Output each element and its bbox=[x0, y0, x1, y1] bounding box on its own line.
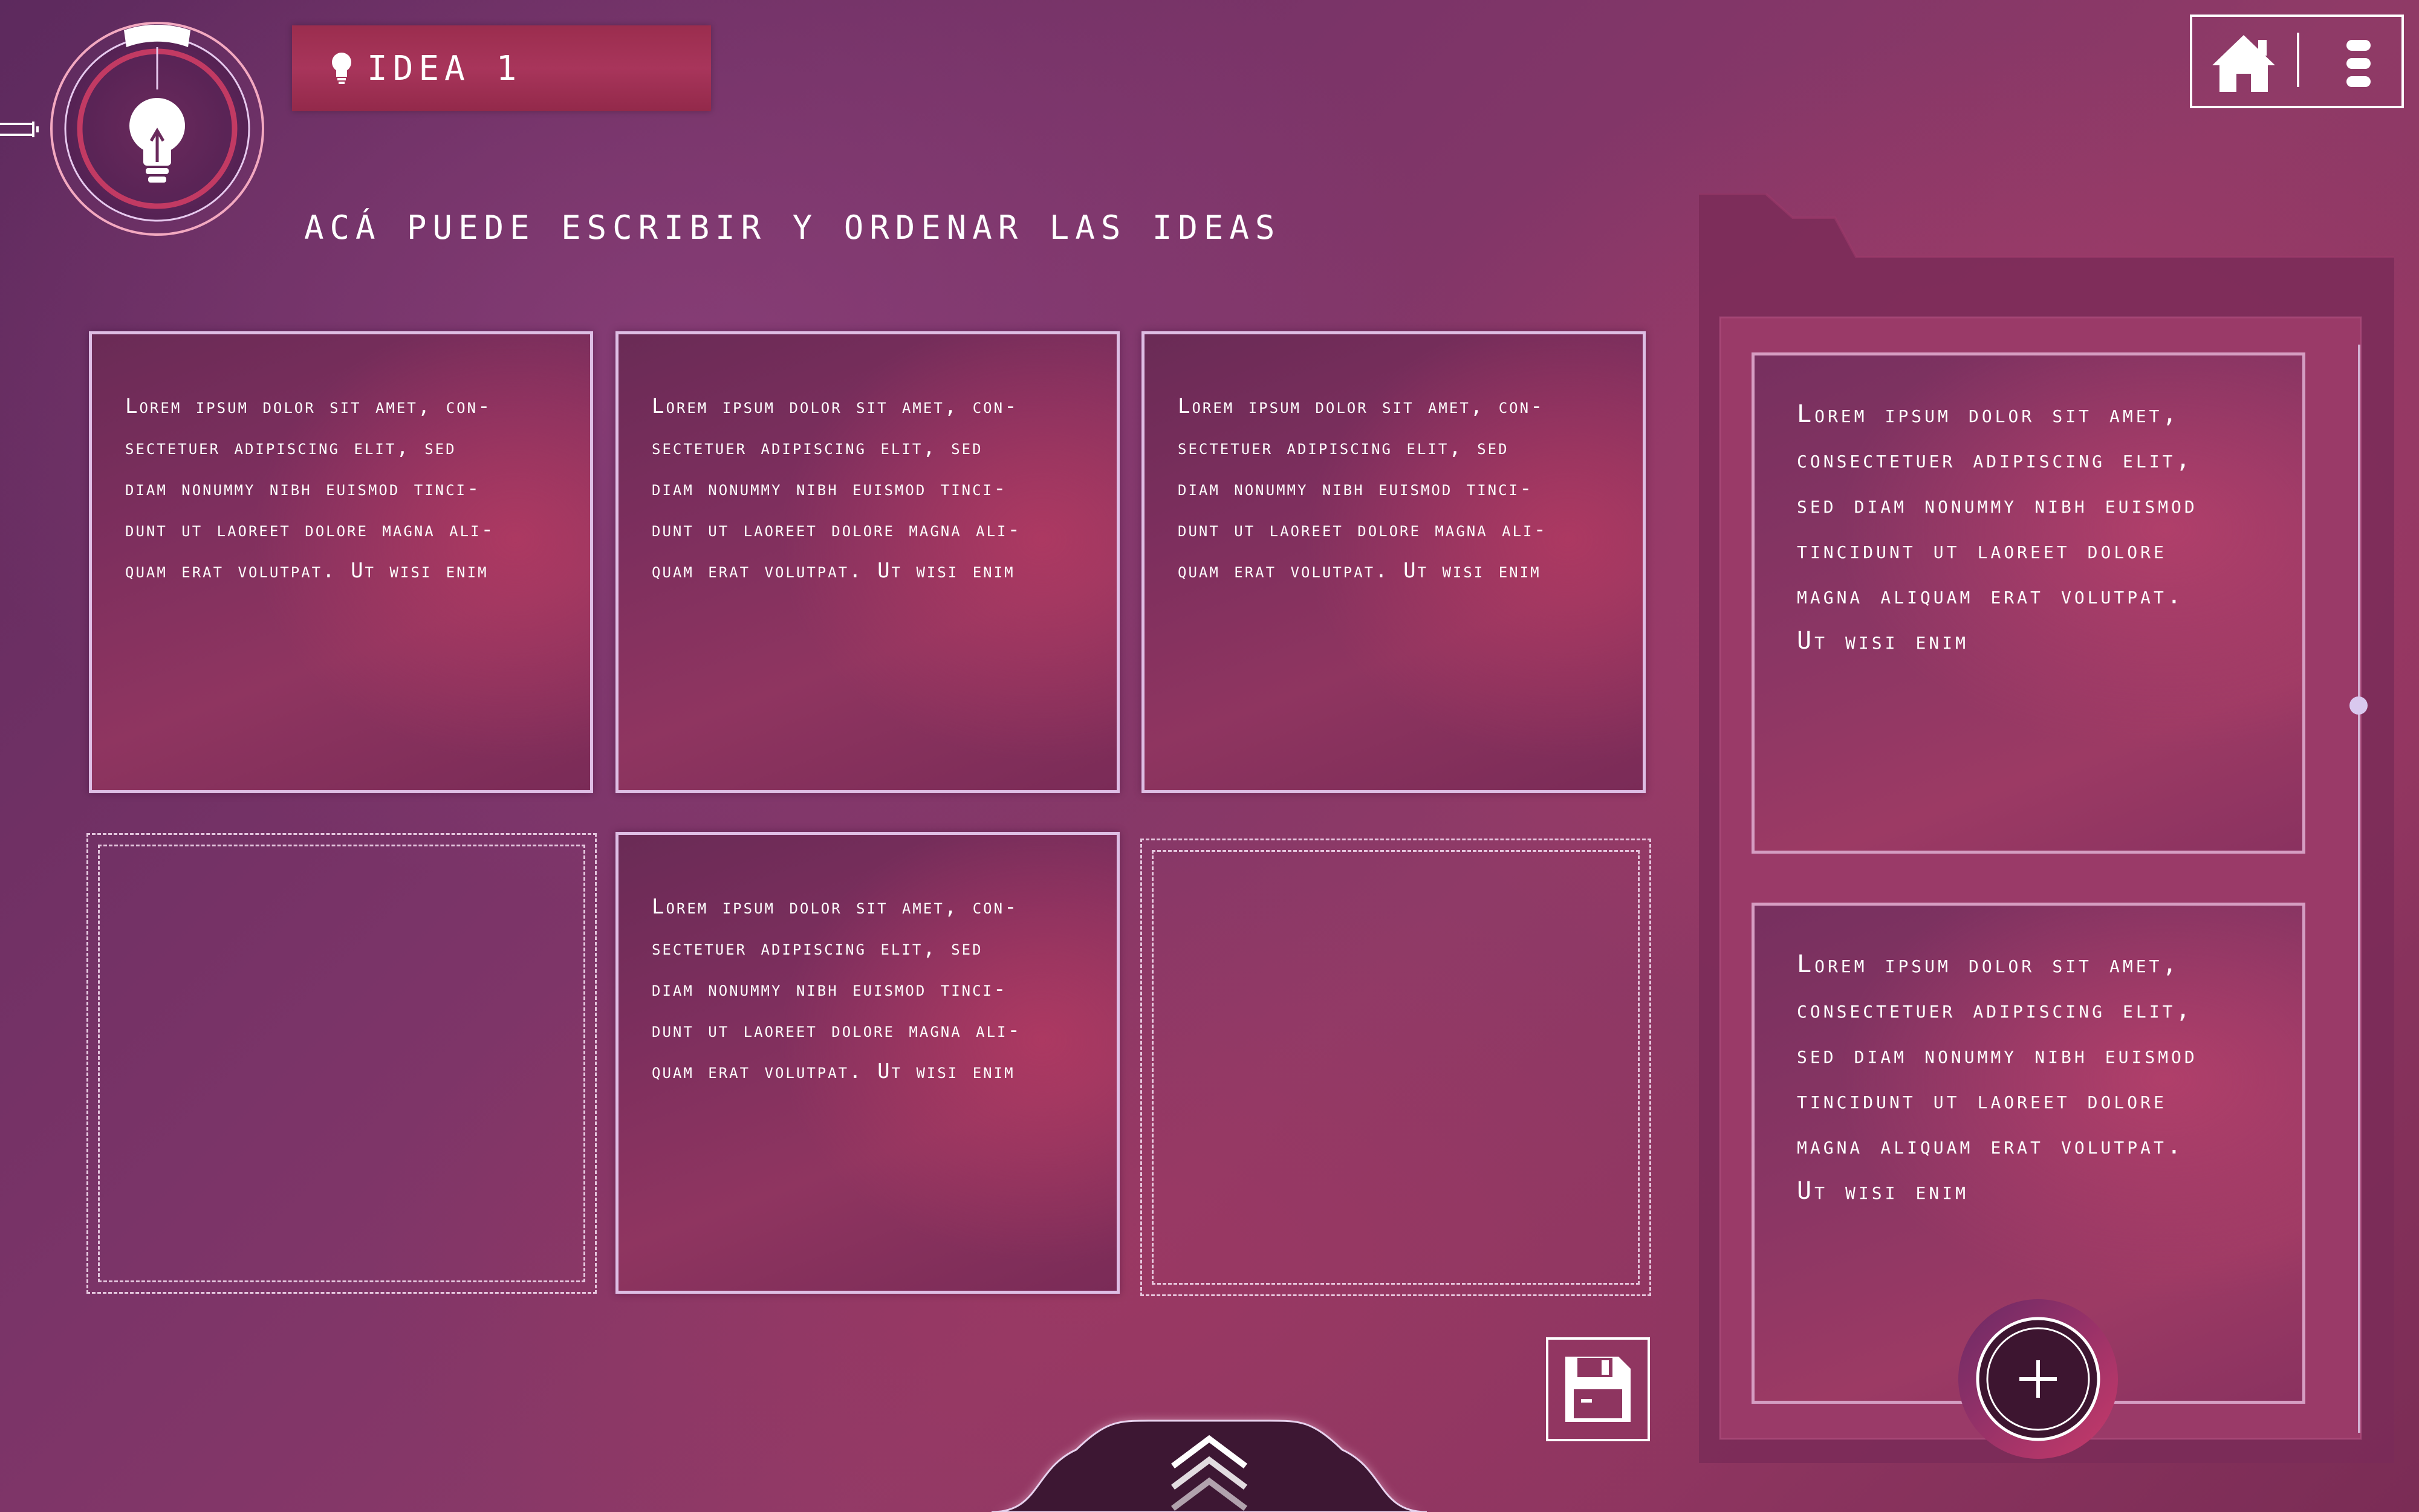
panel-idea-card[interactable]: Lorem ipsum dolor sit amet, consectetuer… bbox=[1752, 352, 2305, 854]
menu-icon bbox=[2346, 40, 2371, 87]
idea-card[interactable]: Lorem ipsum dolor sit amet, con- sectetu… bbox=[89, 331, 593, 793]
card-text: Lorem ipsum dolor sit amet, con- sectetu… bbox=[652, 895, 1022, 1083]
floppy-disk-icon bbox=[1565, 1357, 1631, 1422]
empty-card-slot[interactable] bbox=[86, 833, 597, 1294]
menu-button[interactable] bbox=[2328, 30, 2389, 97]
card-text: Lorem ipsum dolor sit amet, consectetuer… bbox=[1797, 950, 2198, 1205]
page-subtitle: ACÁ PUEDE ESCRIBIR Y ORDENAR LAS IDEAS bbox=[304, 209, 1281, 247]
card-text: Lorem ipsum dolor sit amet, con- sectetu… bbox=[652, 394, 1022, 583]
bottom-drawer-handle[interactable] bbox=[967, 1409, 1451, 1512]
empty-card-slot[interactable] bbox=[1140, 839, 1651, 1296]
idea-card[interactable]: Lorem ipsum dolor sit amet, con- sectetu… bbox=[615, 832, 1120, 1294]
home-icon bbox=[2212, 35, 2275, 92]
top-actions bbox=[2190, 15, 2404, 108]
card-text: Lorem ipsum dolor sit amet, con- sectetu… bbox=[125, 394, 495, 583]
card-text: Lorem ipsum dolor sit amet, consectetuer… bbox=[1797, 400, 2198, 655]
idea-card[interactable]: Lorem ipsum dolor sit amet, con- sectetu… bbox=[1141, 331, 1646, 793]
scrollbar-thumb[interactable] bbox=[2349, 696, 2368, 715]
slot-inner-border bbox=[98, 845, 585, 1282]
divider bbox=[2297, 33, 2299, 87]
slot-inner-border bbox=[1152, 850, 1640, 1285]
idea-title: IDEA 1 bbox=[367, 48, 522, 88]
lightbulb-icon bbox=[332, 53, 351, 84]
save-button[interactable] bbox=[1546, 1337, 1650, 1441]
home-button[interactable] bbox=[2207, 30, 2280, 97]
scrollbar-track[interactable] bbox=[2358, 345, 2360, 1433]
card-text: Lorem ipsum dolor sit amet, con- sectetu… bbox=[1178, 394, 1548, 583]
add-idea-button[interactable] bbox=[1956, 1297, 2120, 1461]
connector-decoration bbox=[0, 118, 42, 142]
idea-card[interactable]: Lorem ipsum dolor sit amet, con- sectetu… bbox=[615, 331, 1120, 793]
app-logo bbox=[45, 17, 269, 241]
idea-title-tab[interactable]: IDEA 1 bbox=[292, 25, 711, 111]
